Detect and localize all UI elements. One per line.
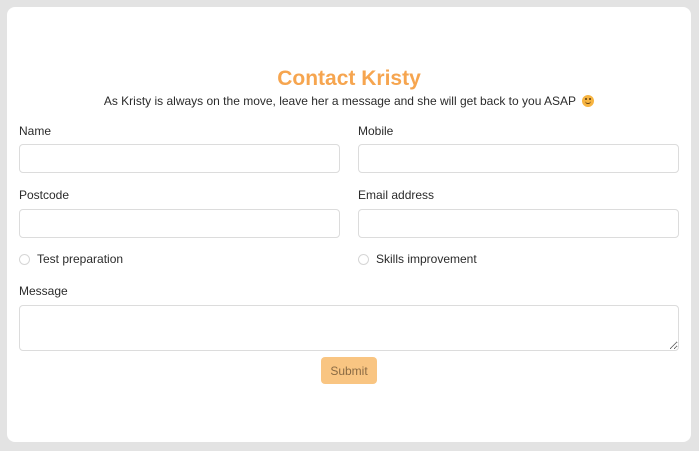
radio-test-preparation-label: Test preparation bbox=[37, 252, 124, 266]
form-subtitle: As Kristy is always on the move, leave h… bbox=[7, 94, 691, 108]
submit-button[interactable]: Submit bbox=[321, 357, 377, 384]
email-label: Email address bbox=[358, 188, 435, 202]
name-label: Name bbox=[19, 124, 52, 138]
smiling-face-icon bbox=[582, 95, 595, 107]
radio-circle[interactable] bbox=[358, 253, 369, 265]
contact-form-card: Contact Kristy As Kristy is always on th… bbox=[7, 7, 691, 442]
name-field[interactable] bbox=[19, 144, 340, 173]
radio-test-preparation[interactable]: Test preparation bbox=[19, 252, 123, 266]
radio-skills-improvement[interactable]: Skills improvement bbox=[358, 252, 477, 266]
postcode-label: Postcode bbox=[19, 188, 70, 202]
page-title: Contact Kristy bbox=[277, 67, 421, 90]
mobile-label: Mobile bbox=[358, 124, 394, 138]
subtitle-text: As Kristy is always on the move, leave h… bbox=[103, 94, 576, 108]
mobile-field[interactable] bbox=[358, 144, 679, 173]
postcode-field[interactable] bbox=[19, 209, 340, 238]
message-field[interactable] bbox=[19, 305, 679, 351]
radio-skills-improvement-label: Skills improvement bbox=[376, 252, 477, 266]
message-label: Message bbox=[19, 284, 68, 298]
radio-circle[interactable] bbox=[19, 253, 30, 265]
email-field[interactable] bbox=[358, 209, 679, 238]
